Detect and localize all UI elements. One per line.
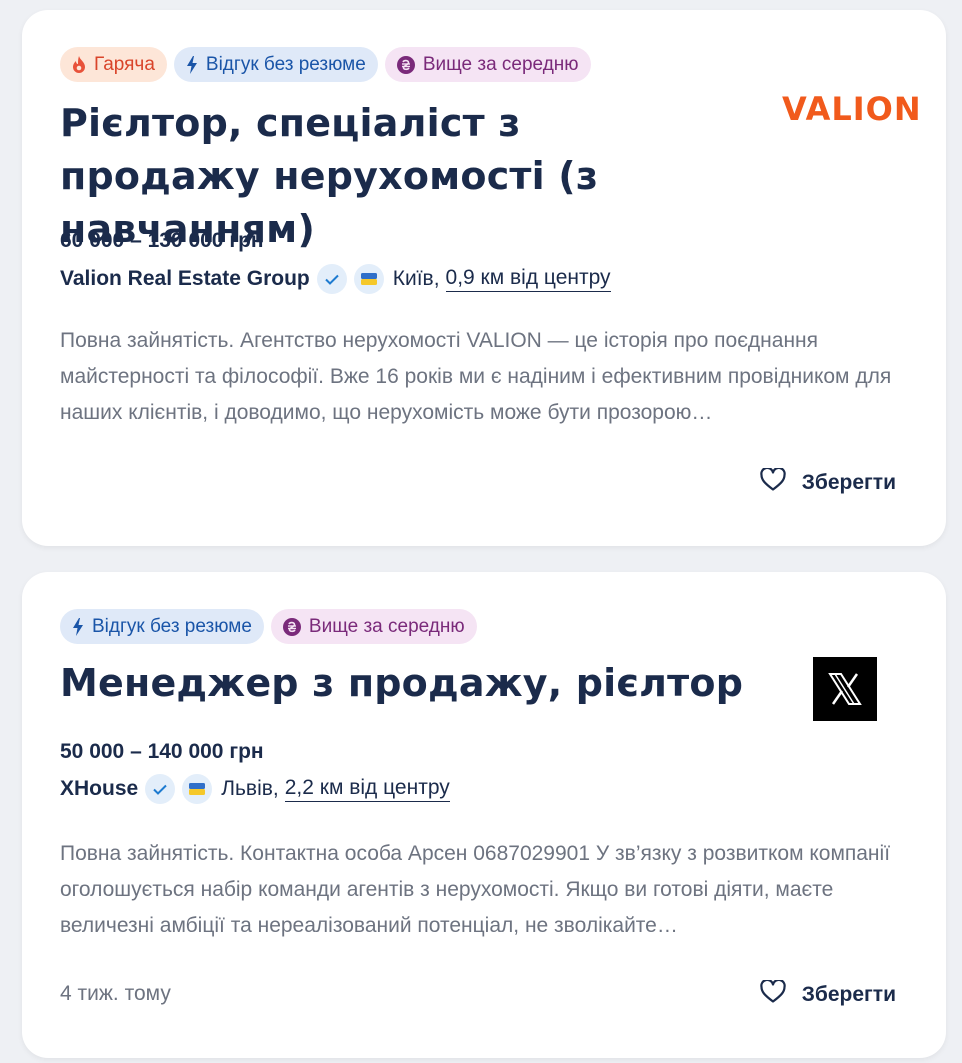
- company-row: Valion Real Estate Group Київ, 0,9 км ві…: [60, 264, 611, 294]
- tag-above-average-label: Вище за середню: [308, 615, 465, 637]
- tag-no-resume-label: Відгук без резюме: [205, 53, 366, 75]
- tag-above-average: Вище за середню: [384, 47, 591, 82]
- check-icon: [145, 774, 176, 804]
- job-description: Повна зайнятість. Контактна особа Арсен …: [60, 842, 891, 937]
- company-row: XHouse Львів, 2,2 км від центру: [60, 774, 450, 804]
- tag-no-resume: Відгук без резюме: [60, 609, 264, 644]
- x-logo-icon: [828, 673, 862, 705]
- posted-date: 4 тиж. тому: [60, 982, 171, 1005]
- distance-link[interactable]: 0,9 км від центру: [445, 266, 611, 292]
- tag-above-average: Вище за середню: [270, 609, 477, 644]
- tag-hot-label: Гаряча: [94, 53, 155, 75]
- job-title[interactable]: Менеджер з продажу, рієлтор: [60, 657, 743, 710]
- save-label: Зберегти: [801, 982, 896, 1006]
- tag-above-average-label: Вище за середню: [422, 53, 579, 75]
- distance-link[interactable]: 2,2 км від центру: [284, 776, 450, 802]
- city: Київ,: [392, 267, 440, 290]
- ukraine-flag-icon: [353, 264, 384, 294]
- heart-icon: [760, 978, 786, 1009]
- job-card[interactable]: Гаряча Відгук без резюме Вище за середню: [22, 10, 946, 546]
- tag-list: Гаряча Відгук без резюме Вище за середню: [60, 47, 591, 82]
- save-label: Зберегти: [801, 470, 896, 494]
- city: Львів,: [221, 777, 279, 800]
- tag-hot: Гаряча: [60, 47, 167, 82]
- tag-no-resume: Відгук без резюме: [173, 47, 378, 82]
- hryvnia-coin-icon: [396, 55, 415, 74]
- lightning-icon: [72, 617, 84, 636]
- salary: 60 000 – 130 000 грн: [60, 229, 264, 252]
- check-icon: [316, 264, 347, 294]
- hryvnia-coin-icon: [282, 617, 301, 636]
- tag-no-resume-label: Відгук без резюме: [92, 615, 252, 637]
- ukraine-flag-icon: [182, 774, 213, 804]
- lightning-icon: [186, 55, 198, 74]
- job-description: Повна зайнятість. Агентство нерухомості …: [60, 329, 892, 424]
- company-logo[interactable]: [813, 657, 877, 721]
- tag-list: Відгук без резюме Вище за середню: [60, 609, 477, 644]
- company-logo[interactable]: VALION: [782, 90, 922, 128]
- company-name[interactable]: XHouse: [60, 777, 138, 801]
- company-name[interactable]: Valion Real Estate Group: [60, 267, 310, 291]
- job-card[interactable]: Відгук без резюме Вище за середню Менедж…: [22, 572, 946, 1058]
- save-button[interactable]: Зберегти: [760, 466, 896, 497]
- save-button[interactable]: Зберегти: [760, 978, 896, 1009]
- salary: 50 000 – 140 000 грн: [60, 740, 264, 763]
- flame-icon: [72, 56, 86, 73]
- heart-icon: [760, 466, 786, 497]
